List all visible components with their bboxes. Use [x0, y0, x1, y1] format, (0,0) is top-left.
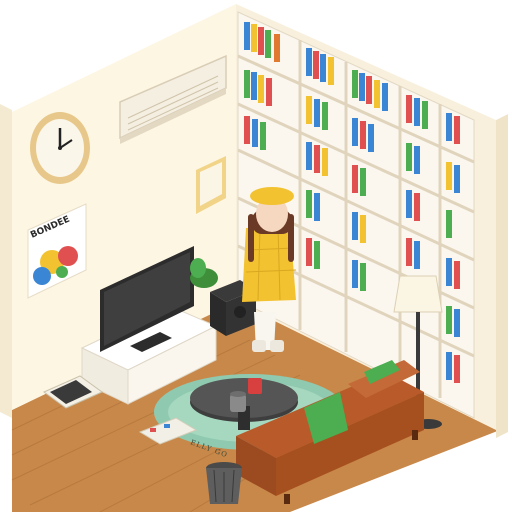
red-cup[interactable]: [248, 378, 262, 394]
trash-bin[interactable]: [206, 462, 242, 504]
right-wall-side-edge: [496, 114, 508, 438]
room-canvas: BONDEE ELLY GO: [0, 0, 508, 512]
coffee-mug[interactable]: [230, 391, 246, 412]
avatar-beret: [250, 187, 294, 205]
left-wall-side-edge: [0, 104, 12, 418]
wall-clock[interactable]: [30, 112, 90, 184]
isometric-room-scene: BONDEE ELLY GO: [0, 0, 512, 512]
